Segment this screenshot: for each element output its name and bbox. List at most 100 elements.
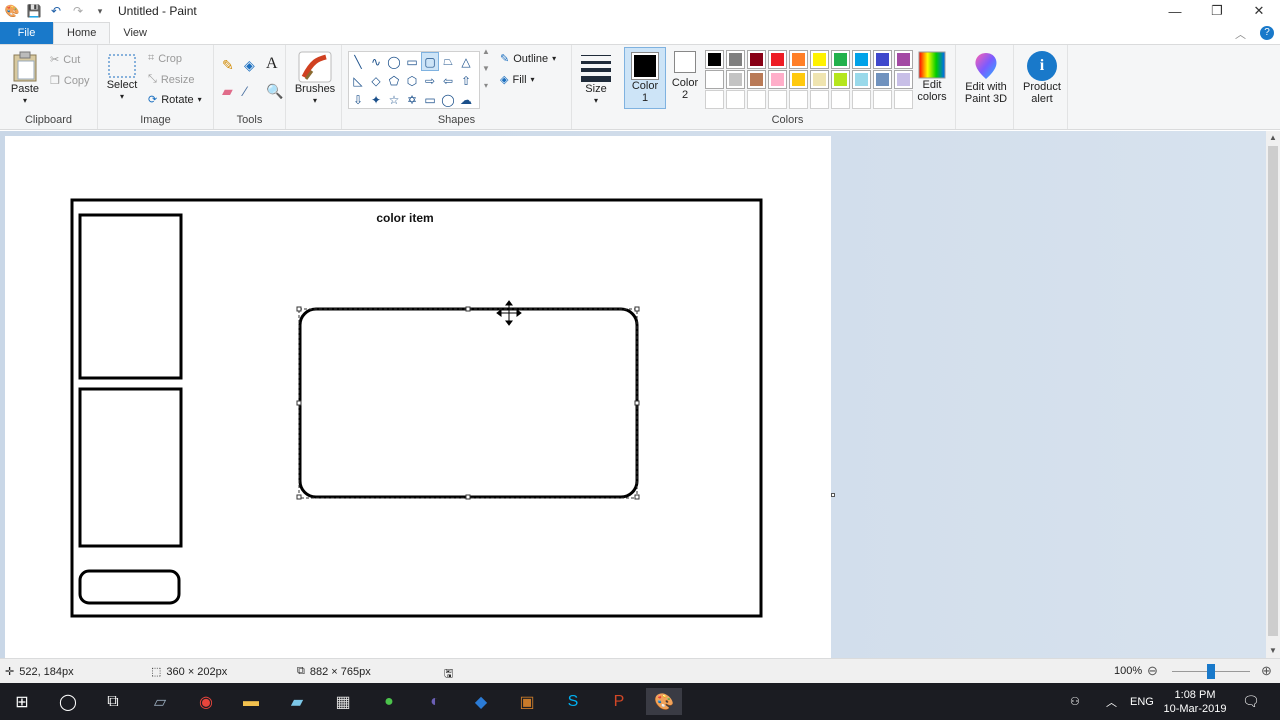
color-swatch[interactable]	[873, 70, 892, 89]
color-swatch[interactable]	[789, 50, 808, 69]
pencil-icon[interactable]: ✎	[222, 57, 234, 74]
chevron-down-icon[interactable]: ▼	[482, 64, 490, 73]
tab-home[interactable]: Home	[53, 22, 111, 44]
scroll-up-icon[interactable]: ▲	[1266, 131, 1280, 145]
drawing-canvas[interactable]: color item	[5, 136, 831, 658]
five-point-star-shape-icon[interactable]: ☆	[385, 90, 403, 109]
color-swatch[interactable]	[873, 50, 892, 69]
triangle-shape-icon[interactable]: △	[457, 52, 475, 71]
shapes-scroll[interactable]: ▲ ▼ ▾	[482, 47, 490, 90]
color2-button[interactable]: Color 2	[668, 51, 702, 101]
color-swatch[interactable]	[810, 50, 829, 69]
customize-dropdown-icon[interactable]: ▾	[92, 3, 108, 19]
color-swatch[interactable]	[894, 90, 913, 109]
zoom-out-icon[interactable]: ⊖	[1147, 663, 1158, 679]
fill-button[interactable]: ◈ Fill ▾	[500, 73, 535, 87]
file-explorer-icon[interactable]: ▬	[233, 688, 269, 715]
edit-colors-button[interactable]: Edit colors	[912, 51, 952, 103]
line-shape-icon[interactable]: ╲	[349, 52, 367, 71]
app-icon[interactable]: ▱	[142, 688, 178, 715]
six-point-star-shape-icon[interactable]: ✡	[403, 90, 421, 109]
size-button[interactable]: Size ▾	[580, 51, 612, 107]
color-swatch[interactable]	[747, 70, 766, 89]
eraser-icon[interactable]: ▰	[222, 83, 233, 100]
outline-button[interactable]: ✎ Outline ▾	[500, 52, 556, 66]
canvas-resize-handle[interactable]	[831, 493, 835, 497]
color-swatch[interactable]	[726, 70, 745, 89]
rect-callout-shape-icon[interactable]: ▭	[421, 90, 439, 109]
color-swatch[interactable]	[768, 90, 787, 109]
up-arrow-shape-icon[interactable]: ⇧	[457, 71, 475, 90]
tray-chevron-icon[interactable]: ︿	[1106, 683, 1117, 720]
paint-app-icon[interactable]: 🎨	[4, 3, 20, 19]
right-arrow-shape-icon[interactable]: ⇨	[421, 71, 439, 90]
eclipse-icon[interactable]: ◐	[417, 688, 453, 715]
restore-icon[interactable]: ❐	[1196, 0, 1238, 22]
copy-button[interactable]: ❐ Copy	[50, 74, 90, 88]
color-swatch[interactable]	[705, 90, 724, 109]
rounded-rectangle-shape-icon[interactable]: ▢	[421, 52, 439, 71]
rotate-button[interactable]: ⟳ Rotate ▾	[148, 93, 202, 107]
color-swatch[interactable]	[873, 90, 892, 109]
cloud-callout-shape-icon[interactable]: ☁	[457, 90, 475, 109]
chrome-icon[interactable]: ◉	[188, 688, 224, 715]
close-icon[interactable]: ✕	[1238, 0, 1280, 22]
down-arrow-shape-icon[interactable]: ⇩	[349, 90, 367, 109]
color-swatch[interactable]	[810, 70, 829, 89]
text-tool-icon[interactable]: A	[266, 55, 278, 73]
color-swatch[interactable]	[789, 90, 808, 109]
selection-handles[interactable]	[296, 306, 640, 500]
color-swatch[interactable]	[747, 50, 766, 69]
edit-with-paint3d-button[interactable]: Edit with Paint 3D	[960, 51, 1012, 105]
task-view-icon[interactable]: ⧉	[95, 688, 131, 715]
windows-start-icon[interactable]: ⊞	[4, 688, 40, 715]
color-swatch[interactable]	[852, 50, 871, 69]
color-swatch[interactable]	[789, 70, 808, 89]
diamond-shape-icon[interactable]: ◇	[367, 71, 385, 90]
rectangle-shape-icon[interactable]: ▭	[403, 52, 421, 71]
undo-icon[interactable]: ↶	[48, 3, 64, 19]
vscode-icon[interactable]: ◆	[463, 688, 499, 715]
hexagon-shape-icon[interactable]: ⬡	[403, 71, 421, 90]
crop-button[interactable]: ⌗ Crop	[148, 52, 182, 65]
zoom-in-icon[interactable]: ⊕	[1261, 663, 1272, 679]
color-swatch[interactable]	[852, 90, 871, 109]
clock[interactable]: 1:08 PM 10-Mar-2019	[1160, 683, 1230, 720]
brushes-button[interactable]: Brushes ▾	[295, 51, 335, 107]
language-indicator[interactable]: ENG	[1130, 683, 1154, 720]
color-swatch[interactable]	[894, 70, 913, 89]
pentagon-shape-icon[interactable]: ⬠	[385, 71, 403, 90]
oval-shape-icon[interactable]: ◯	[385, 52, 403, 71]
color-swatch[interactable]	[852, 70, 871, 89]
app-icon-2[interactable]: ▣	[509, 688, 545, 715]
notifications-icon[interactable]: 🗨	[1242, 683, 1260, 720]
color-swatch[interactable]	[747, 90, 766, 109]
paint-icon[interactable]: 🎨	[646, 688, 682, 715]
skype-icon[interactable]: S	[555, 688, 591, 715]
tab-view[interactable]: View	[110, 22, 160, 44]
left-arrow-shape-icon[interactable]: ⇦	[439, 71, 457, 90]
color1-button[interactable]: Color 1	[624, 47, 666, 109]
redo-icon[interactable]: ↷	[70, 3, 86, 19]
polygon-shape-icon[interactable]: ⏢	[439, 52, 457, 71]
selection-marquee[interactable]	[298, 308, 638, 499]
color-swatch[interactable]	[726, 90, 745, 109]
minimize-icon[interactable]: —	[1154, 0, 1196, 22]
color-swatch[interactable]	[831, 70, 850, 89]
color-swatch[interactable]	[894, 50, 913, 69]
cortana-search-icon[interactable]: ◯	[50, 688, 86, 715]
chevron-up-icon[interactable]: ▲	[482, 47, 490, 56]
oval-callout-shape-icon[interactable]: ◯	[439, 90, 457, 109]
vertical-scrollbar[interactable]: ▲ ▼	[1266, 131, 1280, 658]
four-point-star-shape-icon[interactable]: ✦	[367, 90, 385, 109]
color-swatch[interactable]	[705, 50, 724, 69]
app-green-icon[interactable]: ●	[371, 688, 407, 715]
color-swatch[interactable]	[705, 70, 724, 89]
zoom-slider-thumb[interactable]	[1207, 664, 1215, 679]
people-icon[interactable]: ⚇	[1070, 683, 1080, 720]
cut-button[interactable]: ✂ Cut	[50, 53, 80, 67]
powerpoint-icon[interactable]: P	[601, 688, 637, 715]
save-icon[interactable]: 💾	[26, 3, 42, 19]
scroll-thumb[interactable]	[1268, 146, 1278, 636]
color-swatch[interactable]	[768, 50, 787, 69]
